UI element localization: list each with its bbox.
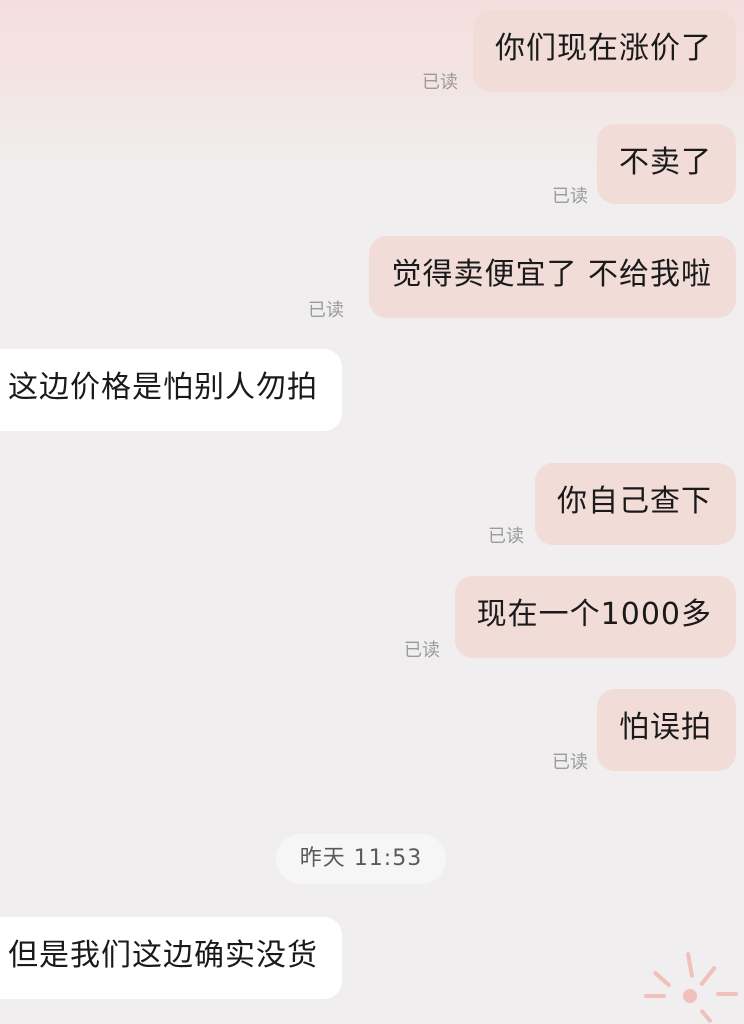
timestamp-divider: 昨天 11:53 [276, 834, 446, 884]
message-bubble-outgoing[interactable]: 现在一个1000多 [454, 576, 736, 658]
chat-thread[interactable]: 你们现在涨价了 已读 不卖了 已读 觉得卖便宜了 不给我啦 已读 这边价格是怕别… [0, 0, 744, 1024]
read-receipt: 已读 [422, 72, 458, 93]
message-bubble-outgoing[interactable]: 不卖了 [597, 124, 736, 204]
read-receipt: 已读 [488, 526, 524, 547]
message-bubble-outgoing[interactable]: 怕误拍 [597, 689, 736, 771]
read-receipt: 已读 [552, 186, 588, 207]
firework-sparkle-icon [644, 952, 738, 1023]
message-bubble-outgoing[interactable]: 你自己查下 [535, 463, 736, 545]
read-receipt: 已读 [552, 752, 588, 773]
message-bubble-incoming[interactable]: 这边价格是怕别人勿拍 [0, 349, 342, 431]
message-bubble-outgoing[interactable]: 觉得卖便宜了 不给我啦 [369, 236, 736, 318]
message-bubble-outgoing[interactable]: 你们现在涨价了 [473, 10, 736, 92]
read-receipt: 已读 [308, 300, 344, 321]
read-receipt: 已读 [404, 640, 440, 661]
message-bubble-incoming[interactable]: 但是我们这边确实没货 [0, 917, 342, 999]
